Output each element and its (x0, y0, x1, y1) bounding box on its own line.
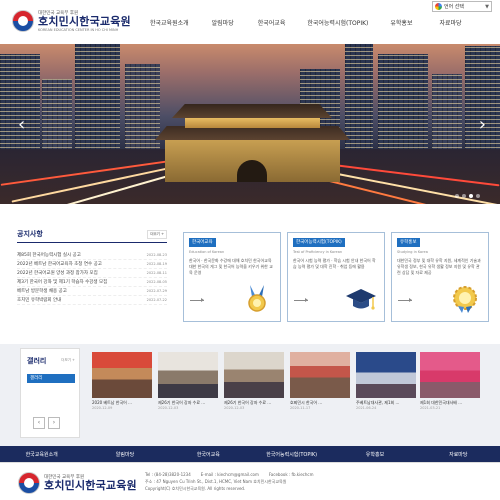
card-description: 대한민국 정부 및 대학 유학 지원, 세계적인 기술과 유학생 정보, 한국 … (397, 258, 481, 275)
site-header: 대한민국 교육부 후원 호치민시한국교육원 KOREAN EDUCATION C… (0, 0, 500, 44)
slide-dot[interactable] (462, 194, 466, 198)
main-content: 공지사항 더보기 + 제85회 한국어능력시험 실시 공고 2022-08-23 … (0, 204, 500, 344)
footer-nav-study[interactable]: 유학홍보 (333, 451, 416, 458)
gallery-prev-icon[interactable]: ‹ (33, 417, 45, 429)
notice-item[interactable]: 제3기 한국어 강좌 및 제1기 학습자 수강생 모집 2022-08-05 (17, 278, 167, 287)
gallery-item[interactable]: 2020 베트남 한국어 ... 2020-12-09 (92, 352, 152, 410)
site-footer: 대한민국 교육부 후원 호치민시한국교육원 Tel : (84-28)3820-… (0, 462, 500, 500)
notice-title: 공지사항 (17, 230, 43, 238)
nav-item-about[interactable]: 한국교육원소개 (150, 18, 189, 27)
footer-copyright: Copyright(C) 호치민시한국교육원. All rights reser… (145, 486, 246, 491)
seal-badge-icon (453, 286, 477, 313)
notice-item[interactable]: 2022년 베트남 한국어교육자 초청 연수 공고 2022-08-19 (17, 260, 167, 269)
arrow-right-icon (190, 298, 204, 302)
gallery-more-button[interactable]: 더보기 + (61, 358, 75, 363)
emblem-icon (18, 472, 40, 494)
main-nav: 한국교육원소개 알림마당 한국어교육 한국어능력시험(TOPIK) 유학홍보 자… (150, 18, 462, 27)
site-logo[interactable]: 대한민국 교육부 후원 호치민시한국교육원 KOREAN EDUCATION C… (12, 10, 131, 32)
footer-nav-korean[interactable]: 한국어교육 (167, 451, 250, 458)
footer-facebook[interactable]: Facebook : fb.kiechcm (269, 471, 314, 478)
emblem-icon (12, 10, 34, 32)
award-medal-icon (248, 285, 266, 312)
gallery-item[interactable]: 호찌민시 한국어 ... 2020-11-17 (290, 352, 350, 410)
notice-item[interactable]: 호치민 유학박람회 안내 2022-07-22 (17, 296, 167, 305)
footer-nav-topik[interactable]: 한국어능력시험(TOPIK) (250, 451, 333, 458)
gallery-thumbnail (158, 352, 218, 398)
footer-nav-notice[interactable]: 알림마당 (83, 451, 166, 458)
footer-nav: 한국교육원소개 알림마당 한국어교육 한국어능력시험(TOPIK) 유학홍보 자… (0, 446, 500, 462)
slide-dot[interactable] (476, 194, 480, 198)
google-icon (435, 3, 442, 10)
gallery-thumbnail (290, 352, 350, 398)
card-description: 한국어 시험 능력 평가 · 학습 시험 안내 한국어 학습 능력 평가 및 대… (293, 258, 376, 269)
notice-item[interactable]: 베트남 방문학생 채용 공고 2022-07-29 (17, 287, 167, 296)
gallery-item[interactable]: 제1회 대한민국대사배 ... 2021-03-21 (420, 352, 480, 410)
arrow-right-icon (398, 298, 412, 302)
card-korean-education[interactable]: 한국어교육 Education of Korean 한국어 · 한국문화 수강에… (183, 232, 281, 322)
notice-section: 공지사항 더보기 + 제85회 한국어능력시험 실시 공고 2022-08-23 … (17, 229, 167, 305)
gallery-button[interactable]: 갤러리 (27, 374, 75, 383)
footer-tel: Tel : (84-28)3820-1234 (145, 472, 191, 477)
nav-item-korean[interactable]: 한국어교육 (258, 18, 286, 27)
slide-indicator (455, 194, 480, 198)
language-select[interactable]: 언어 선택 ▼ (432, 1, 492, 12)
card-study-abroad[interactable]: 유학홍보 Studying in Korea 대한민국 정부 및 대학 유학 지… (391, 232, 489, 322)
footer-email[interactable]: E-mail : kiechcm@gmail.com (201, 471, 259, 478)
gallery-section: 갤러리 더보기 + 갤러리 ‹ › 2020 베트남 한국어 ... 2020-… (0, 344, 500, 446)
gallery-thumbnail (420, 352, 480, 398)
card-label: 한국어교육 (189, 238, 216, 247)
gallery-item[interactable]: 제26기 한국어 강좌 수료 ... 2020-12-03 (158, 352, 218, 410)
card-subtitle: Test of Proficiency in Korean (293, 250, 343, 254)
card-label: 한국어능력시험(TOPIK) (293, 238, 345, 247)
arrow-right-icon (294, 298, 308, 302)
card-label: 유학홍보 (397, 238, 420, 247)
gallery-item[interactable]: 제26기 한국어 강좌 수료 ... 2020-12-03 (224, 352, 284, 410)
card-subtitle: Studying in Korea (397, 250, 428, 254)
nav-item-archive[interactable]: 자료마당 (439, 18, 461, 27)
footer-info: Tel : (84-28)3820-1234 E-mail : kiechcm@… (145, 471, 313, 492)
hero-banner: ‹ › (0, 44, 500, 204)
gallery-panel: 갤러리 더보기 + 갤러리 ‹ › (20, 348, 80, 438)
gallery-next-icon[interactable]: › (48, 417, 60, 429)
notice-more-button[interactable]: 더보기 + (147, 229, 167, 239)
footer-nav-about[interactable]: 한국교육원소개 (0, 451, 83, 458)
notice-item[interactable]: 제85회 한국어능력시험 실시 공고 2022-08-23 (17, 251, 167, 260)
brand-name: 호치민시한국교육원 (38, 15, 131, 28)
card-description: 한국어 · 한국문화 수강에 대해 호치민 한국어교육 대한 한국의 게그 및 … (189, 258, 273, 275)
notice-list: 제85회 한국어능력시험 실시 공고 2022-08-23 2022년 베트남 한… (17, 251, 167, 305)
hero-next-arrow-icon[interactable]: › (479, 114, 486, 135)
nav-item-topik[interactable]: 한국어능력시험(TOPIK) (307, 18, 368, 27)
gallery-thumbnail (224, 352, 284, 398)
gallery-thumbnail (356, 352, 416, 398)
notice-item[interactable]: 2022년 한국어교원 양성 과정 참가자 모집 2022-08-11 (17, 269, 167, 278)
gallery-item[interactable]: 주베트남대사관, 제1회 ... 2021-06-24 (356, 352, 416, 410)
chevron-down-icon: ▼ (485, 3, 489, 10)
language-label: 언어 선택 (444, 4, 464, 10)
brand-sub: KOREAN EDUCATION CENTER IN HO CHI MINH (38, 28, 119, 32)
footer-address: 주소 : 47 Nguyen Cu Trinh St., Dist.1, HCM… (145, 479, 287, 484)
graduation-cap-icon (346, 289, 376, 310)
gallery-title: 갤러리 (27, 357, 47, 365)
footer-logo: 대한민국 교육부 후원 호치민시한국교육원 (18, 472, 137, 494)
slide-dot[interactable] (455, 194, 459, 198)
card-subtitle: Education of Korean (189, 250, 225, 254)
hero-prev-arrow-icon[interactable]: ‹ (18, 114, 25, 135)
footer-nav-archive[interactable]: 자료마당 (417, 451, 500, 458)
slide-dot-active[interactable] (469, 194, 473, 198)
card-topik[interactable]: 한국어능력시험(TOPIK) Test of Proficiency in Ko… (287, 232, 385, 322)
nav-item-study[interactable]: 유학홍보 (390, 18, 412, 27)
nav-item-notice[interactable]: 알림마당 (212, 18, 234, 27)
gallery-thumbnail (92, 352, 152, 398)
